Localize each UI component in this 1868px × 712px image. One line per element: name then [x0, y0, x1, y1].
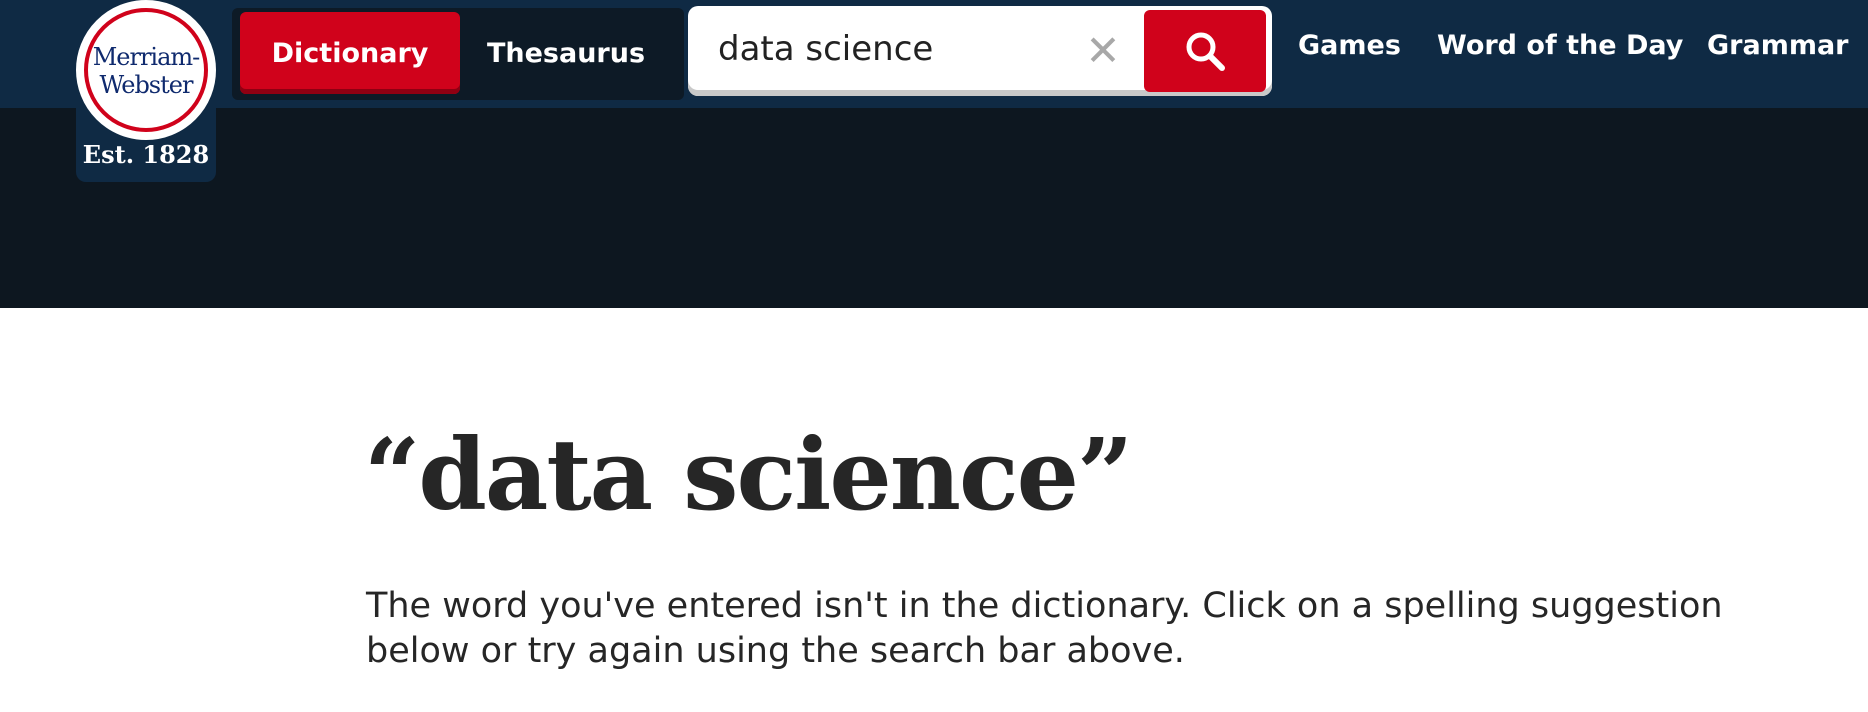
nav-games[interactable]: Games — [1298, 30, 1401, 61]
dictionary-tab[interactable]: Dictionary — [240, 12, 460, 94]
close-icon[interactable]: ✕ — [1080, 28, 1126, 74]
page-title: “data science” — [364, 418, 1133, 533]
nav-grammar[interactable]: Grammar — [1707, 30, 1849, 61]
search-icon — [1186, 32, 1225, 71]
logo-established: Est. 1828 — [82, 140, 210, 169]
logo-text-line2: Webster — [99, 71, 194, 99]
merriam-webster-logo[interactable]: Merriam- Webster — [76, 0, 216, 140]
logo-text-line1: Merriam- — [92, 43, 201, 71]
nav-word-of-the-day[interactable]: Word of the Day — [1437, 30, 1683, 61]
search-button[interactable] — [1144, 10, 1266, 92]
header-band — [0, 108, 1868, 308]
search-bar: ✕ — [688, 6, 1272, 96]
not-found-message: The word you've entered isn't in the dic… — [366, 586, 1723, 671]
search-input[interactable] — [716, 18, 1050, 80]
thesaurus-tab[interactable]: Thesaurus — [466, 12, 666, 94]
